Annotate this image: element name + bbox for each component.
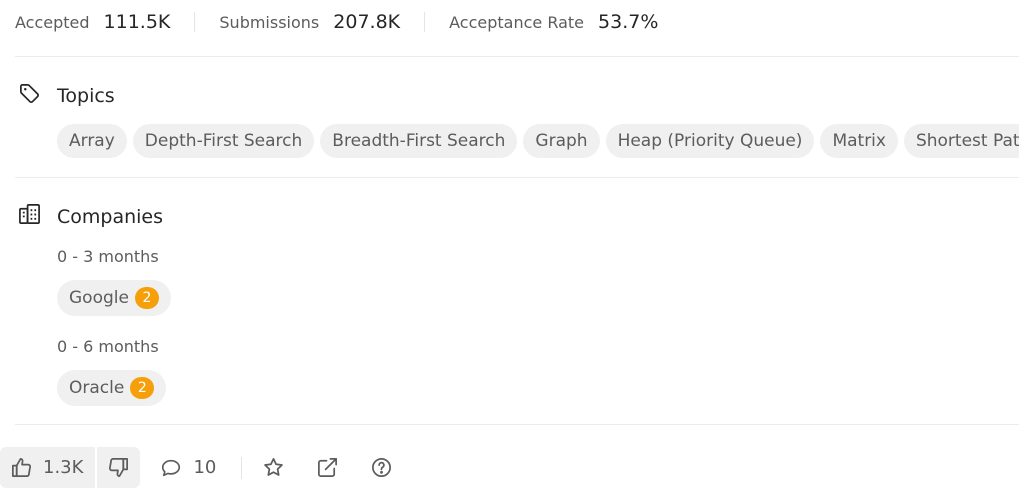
topic-tag[interactable]: Shortest Path bbox=[903, 124, 1019, 158]
upvote-button[interactable]: 1.3K bbox=[0, 447, 96, 488]
share-icon[interactable] bbox=[316, 456, 339, 479]
topic-tag[interactable]: Array bbox=[57, 124, 127, 158]
topic-tag[interactable]: Breadth-First Search bbox=[320, 124, 518, 158]
companies-header[interactable]: Companies bbox=[18, 203, 163, 230]
accepted-value: 111.5K bbox=[103, 11, 171, 33]
company-name: Google bbox=[69, 288, 129, 308]
section-divider bbox=[15, 56, 1019, 57]
stat-divider bbox=[424, 12, 426, 32]
comment-count: 10 bbox=[193, 457, 217, 478]
company-count-badge: 2 bbox=[134, 287, 159, 309]
help-icon[interactable] bbox=[370, 456, 393, 479]
section-divider bbox=[15, 424, 1019, 425]
building-icon bbox=[18, 203, 41, 230]
accepted-label: Accepted bbox=[15, 13, 90, 32]
thumbs-up-icon bbox=[10, 456, 33, 479]
thumbs-down-icon bbox=[107, 456, 130, 479]
topic-tags: Array Depth-First Search Breadth-First S… bbox=[57, 124, 1019, 158]
topics-header[interactable]: Topics bbox=[18, 82, 115, 109]
action-divider bbox=[241, 456, 243, 479]
topic-tag[interactable]: Matrix bbox=[820, 124, 898, 158]
topics-title: Topics bbox=[57, 84, 115, 107]
company-tag-google[interactable]: Google 2 bbox=[57, 280, 171, 316]
company-period-label: 0 - 6 months bbox=[57, 337, 159, 356]
vote-group: 1.3K bbox=[0, 447, 141, 488]
acceptance-rate-value: 53.7% bbox=[598, 11, 659, 33]
company-name: Oracle bbox=[69, 378, 125, 398]
company-count-badge: 2 bbox=[130, 377, 155, 399]
action-bar: 1.3K 10 bbox=[0, 447, 424, 488]
tag-icon bbox=[18, 82, 41, 109]
section-divider bbox=[15, 177, 1019, 178]
company-period-label: 0 - 3 months bbox=[57, 247, 159, 266]
acceptance-rate-label: Acceptance Rate bbox=[449, 13, 585, 32]
companies-title: Companies bbox=[57, 205, 164, 228]
topic-tag[interactable]: Heap (Priority Queue) bbox=[605, 124, 815, 158]
topic-tag[interactable]: Graph bbox=[523, 124, 600, 158]
stat-accepted: Accepted 111.5K bbox=[15, 11, 170, 33]
comment-icon bbox=[159, 456, 182, 479]
star-icon[interactable] bbox=[262, 456, 285, 479]
stat-submissions: Submissions 207.8K bbox=[219, 11, 400, 33]
company-tag-oracle[interactable]: Oracle 2 bbox=[57, 370, 167, 406]
submissions-value: 207.8K bbox=[333, 11, 401, 33]
comments-button[interactable]: 10 bbox=[159, 456, 216, 479]
topic-tag[interactable]: Depth-First Search bbox=[132, 124, 315, 158]
downvote-button[interactable] bbox=[97, 447, 141, 488]
stat-divider bbox=[194, 12, 196, 32]
stat-acceptance-rate: Acceptance Rate 53.7% bbox=[449, 11, 658, 33]
submissions-label: Submissions bbox=[219, 13, 320, 32]
stats-row: Accepted 111.5K Submissions 207.8K Accep… bbox=[15, 8, 658, 36]
upvote-count: 1.3K bbox=[43, 457, 84, 478]
